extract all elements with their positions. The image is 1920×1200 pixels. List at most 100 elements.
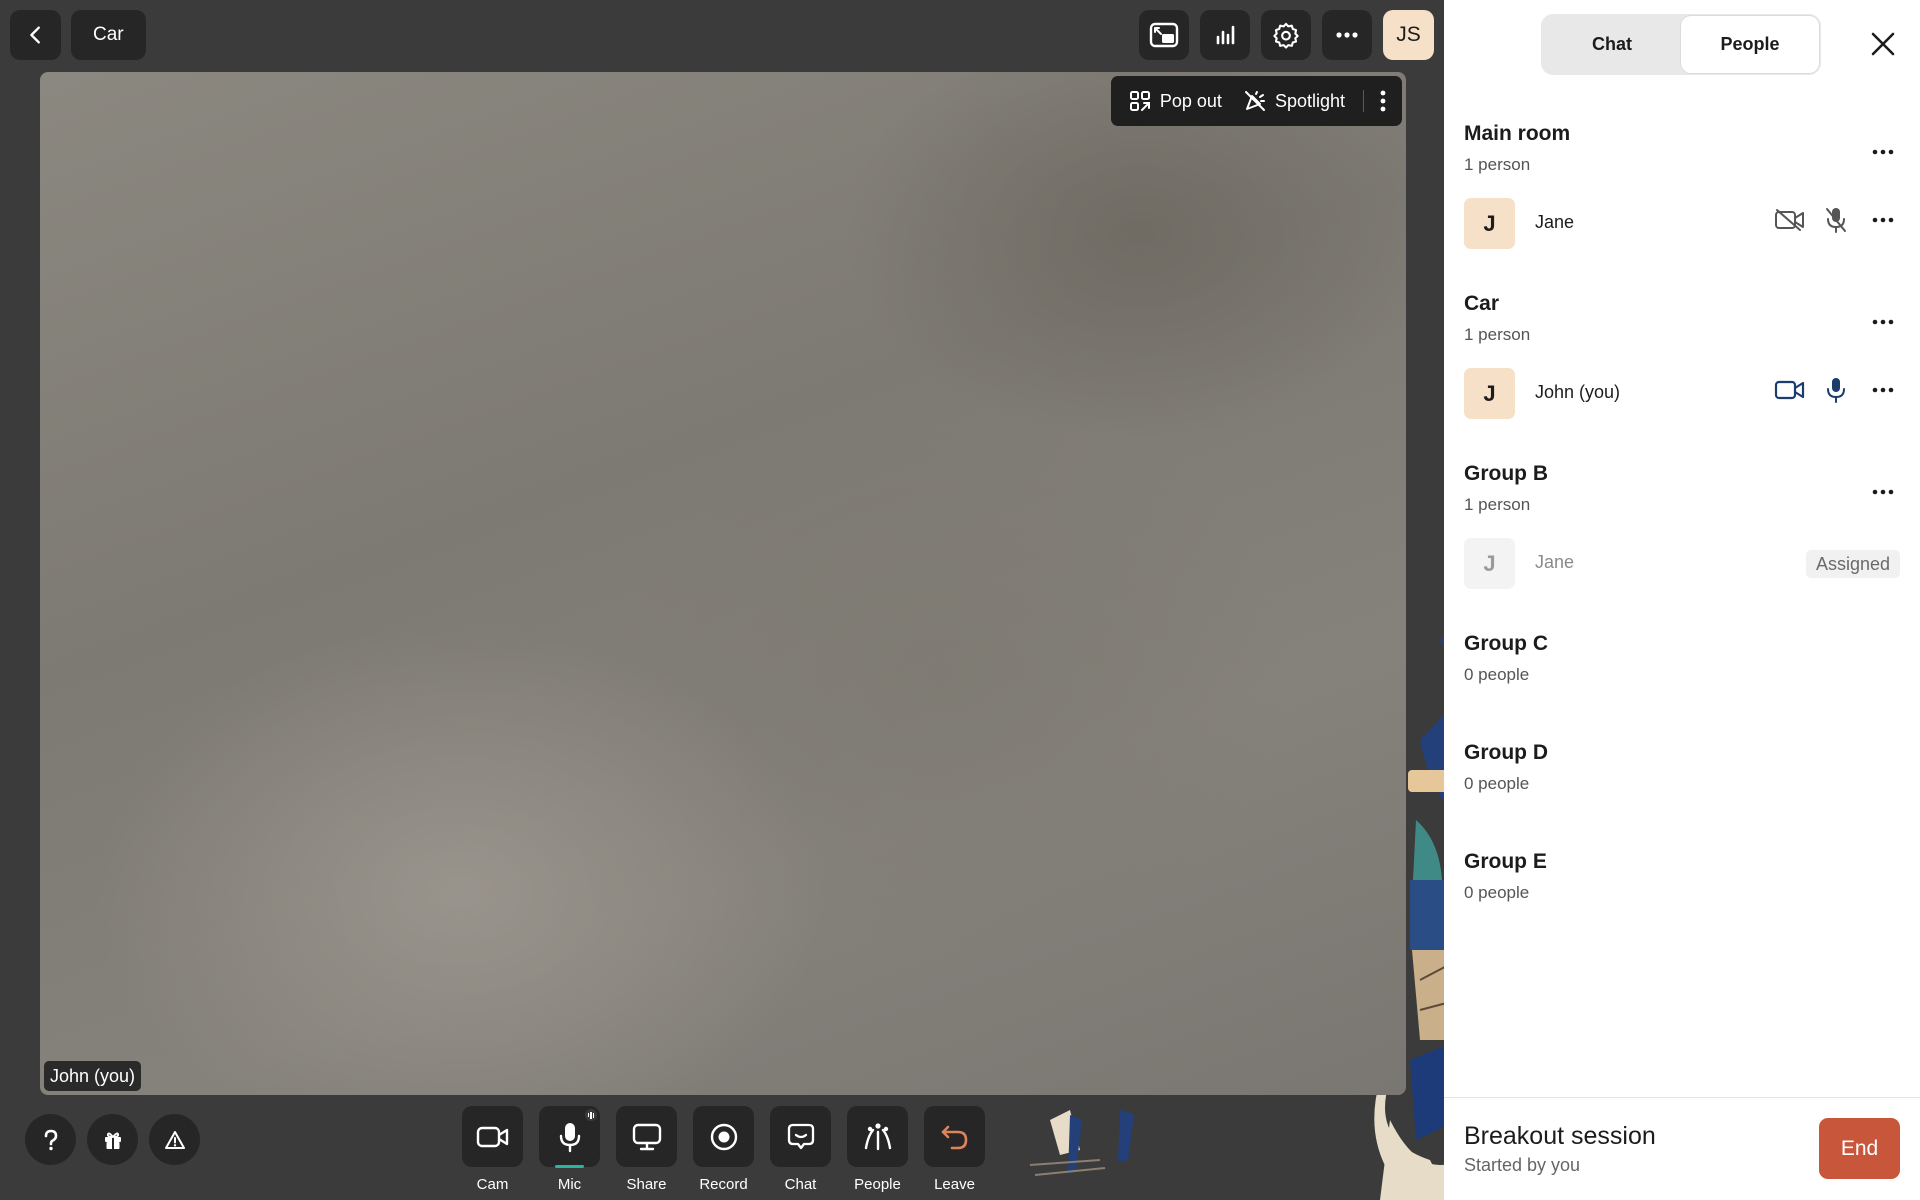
video-tile: Pop out Spotlight John (you) [40, 72, 1406, 1095]
breakout-room: Car 1 person J John (you) [1464, 290, 1900, 460]
leave-button[interactable] [924, 1106, 985, 1167]
room-name-chip[interactable]: Car [71, 10, 146, 60]
meeting-controls: Cam Mic Share Record Chat People Leave [462, 1106, 985, 1193]
stats-icon [1216, 25, 1235, 45]
record-button[interactable] [693, 1106, 754, 1167]
more-icon [1872, 149, 1894, 155]
chat-button[interactable] [770, 1106, 831, 1167]
mic-button[interactable] [539, 1106, 600, 1168]
tab-people[interactable]: People [1681, 16, 1819, 73]
cam-control[interactable]: Cam [462, 1106, 523, 1193]
back-button[interactable] [10, 10, 61, 60]
participant-avatar: J [1464, 538, 1515, 589]
chat-control[interactable]: Chat [770, 1106, 831, 1193]
participant-avatar: J [1464, 368, 1515, 419]
room-name: Car [1464, 292, 1500, 315]
share-button[interactable] [616, 1106, 677, 1167]
room-header: Group D 0 people [1464, 739, 1900, 811]
more-icon [1336, 32, 1358, 38]
breakout-room-list: Main room 1 person J Jane Car 1 person J… [1464, 120, 1900, 957]
stats-button[interactable] [1200, 10, 1250, 60]
tab-chat[interactable]: Chat [1543, 16, 1681, 73]
user-avatar[interactable]: JS [1383, 10, 1434, 60]
leave-control[interactable]: Leave [924, 1106, 985, 1193]
settings-button[interactable] [1261, 10, 1311, 60]
breakout-room: Group C 0 people [1464, 630, 1900, 739]
picture-in-picture-button[interactable] [1139, 10, 1189, 60]
mic-label: Mic [557, 1176, 582, 1193]
people-control[interactable]: People [847, 1106, 908, 1193]
participant-name: Jane [1535, 212, 1575, 232]
room-count: 1 person [1464, 155, 1531, 174]
breakout-room: Group D 0 people [1464, 739, 1900, 848]
warning-icon [164, 1130, 185, 1149]
vertical-more-icon [1380, 90, 1386, 112]
participant-name-tag: John (you) [44, 1061, 142, 1091]
camera-icon [1774, 380, 1805, 400]
room-more-button[interactable] [1866, 312, 1900, 332]
cam-button[interactable] [462, 1106, 523, 1167]
microphone-off-icon [1826, 208, 1846, 233]
divider [1363, 90, 1364, 112]
people-panel: Chat People Main room 1 person J Jane Ca… [1444, 0, 1920, 1200]
room-name: Group E [1464, 850, 1547, 873]
video-tile-toolbar: Pop out Spotlight [1110, 76, 1402, 126]
participant-status-icons [1774, 206, 1900, 234]
more-options-button[interactable] [1322, 10, 1372, 60]
camera-icon [476, 1126, 508, 1147]
help-button[interactable] [25, 1114, 76, 1165]
chat-label: Chat [784, 1176, 817, 1193]
leave-label: Leave [934, 1176, 975, 1193]
more-icon [1872, 319, 1894, 325]
gift-icon [104, 1132, 121, 1149]
mic-control[interactable]: Mic [539, 1106, 600, 1193]
participant-more-button[interactable] [1866, 380, 1900, 400]
close-panel-button[interactable] [1866, 27, 1900, 61]
participant-row: J Jane Assigned [1464, 532, 1900, 630]
room-count: 0 people [1464, 665, 1530, 684]
gift-button[interactable] [87, 1114, 138, 1165]
participant-name: Jane [1535, 552, 1575, 572]
room-more-button[interactable] [1866, 142, 1900, 162]
microphone-icon [559, 1122, 580, 1152]
participant-status-icons [1774, 376, 1900, 404]
breakout-session-footer: Breakout session Started by you End [1444, 1097, 1920, 1200]
participant-more-button[interactable] [1866, 210, 1900, 230]
more-icon [1872, 489, 1894, 495]
pop-out-icon [1129, 91, 1150, 111]
tile-more-button[interactable] [1374, 76, 1392, 126]
background-illustration-figures [1029, 1080, 1444, 1200]
session-title: Breakout session [1464, 1122, 1656, 1150]
breakout-room: Main room 1 person J Jane [1464, 120, 1900, 290]
end-session-button[interactable]: End [1819, 1118, 1900, 1179]
people-label: People [854, 1176, 901, 1193]
top-toolbar: JS [1139, 10, 1434, 60]
room-count: 1 person [1464, 325, 1531, 344]
breakout-room: Group E 0 people [1464, 848, 1900, 957]
report-issue-button[interactable] [149, 1114, 200, 1165]
people-icon [864, 1122, 891, 1150]
cam-label: Cam [476, 1176, 509, 1193]
room-header: Group B 1 person [1464, 460, 1900, 532]
session-subtitle: Started by you [1464, 1155, 1581, 1175]
record-label: Record [699, 1176, 748, 1193]
spotlight-button[interactable]: Spotlight [1236, 76, 1353, 126]
record-control[interactable]: Record [693, 1106, 754, 1193]
more-icon [1872, 217, 1894, 223]
panel-tabs: Chat People [1541, 14, 1821, 75]
room-name: Group C [1464, 632, 1548, 655]
camera-off-icon [1775, 209, 1804, 231]
spotlight-label: Spotlight [1274, 90, 1345, 111]
share-control[interactable]: Share [616, 1106, 677, 1193]
screen-share-icon [632, 1123, 661, 1150]
room-count: 0 people [1464, 774, 1530, 793]
mic-active-bar [555, 1165, 584, 1168]
question-icon [44, 1129, 57, 1150]
people-button[interactable] [847, 1106, 908, 1167]
spotlight-icon [1244, 91, 1265, 111]
pop-out-button[interactable]: Pop out [1121, 76, 1230, 126]
room-name: Main room [1464, 122, 1571, 145]
room-more-button[interactable] [1866, 482, 1900, 502]
pop-out-label: Pop out [1159, 90, 1222, 111]
participant-row: J Jane [1464, 192, 1900, 290]
